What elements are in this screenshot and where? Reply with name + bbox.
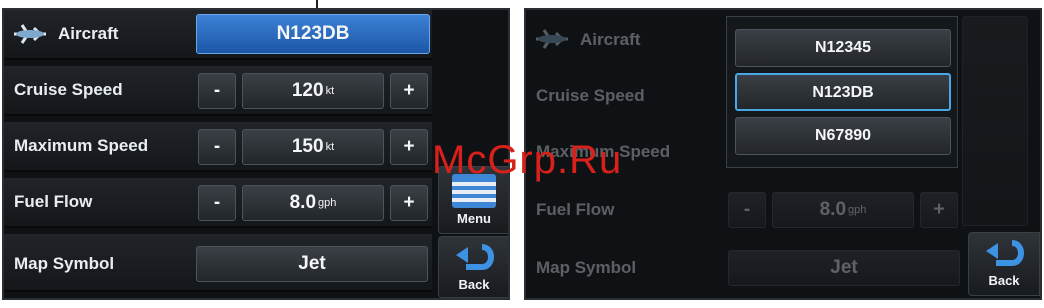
maximum-speed-increase-button[interactable]: + — [390, 129, 428, 165]
fuel-flow-value-button[interactable]: 8.0 gph — [242, 185, 384, 221]
fuel-flow-label: Fuel Flow — [536, 200, 615, 219]
fuel-flow-decrease-button[interactable]: - — [728, 192, 766, 228]
cruise-speed-row: Cruise Speed - 120 kt + — [4, 66, 432, 116]
back-label: Back — [458, 277, 490, 292]
back-button[interactable]: Back — [438, 236, 508, 298]
aircraft-option[interactable]: N12345 — [735, 29, 951, 67]
cruise-speed-label: Cruise Speed — [536, 86, 645, 105]
fuel-flow-label: Fuel Flow — [14, 192, 93, 211]
back-arrow-icon — [456, 244, 494, 270]
maximum-speed-unit: kt — [325, 141, 335, 153]
map-symbol-button[interactable]: Jet — [196, 246, 428, 282]
fuel-flow-unit: gph — [318, 197, 337, 209]
aircraft-select-button[interactable]: N123DB — [196, 14, 430, 54]
cruise-speed-value-button[interactable]: 120 kt — [242, 73, 384, 109]
cruise-speed-label: Cruise Speed — [14, 80, 123, 99]
fuel-flow-row: Fuel Flow - 8.0 gph + — [4, 178, 432, 228]
menu-label: Menu — [457, 211, 491, 226]
cruise-speed-value: 120 — [291, 80, 324, 102]
fuel-flow-value: 8.0 — [289, 192, 317, 214]
fuel-flow-unit: gph — [848, 204, 867, 216]
aircraft-icon — [14, 24, 46, 44]
fuel-flow-increase-button[interactable]: + — [390, 185, 428, 221]
cruise-speed-unit: kt — [325, 85, 335, 97]
maximum-speed-row: Maximum Speed - 150 kt + — [4, 122, 432, 172]
back-label: Back — [988, 273, 1020, 288]
map-symbol-label: Map Symbol — [14, 254, 115, 273]
aircraft-label: Aircraft — [58, 24, 119, 43]
fuel-flow-increase-button[interactable]: + — [920, 192, 958, 228]
cruise-speed-decrease-button[interactable]: - — [198, 73, 236, 109]
aircraft-option-selected[interactable]: N123DB — [735, 73, 951, 111]
map-symbol-label: Map Symbol — [536, 258, 637, 277]
aircraft-icon — [536, 29, 568, 49]
map-symbol-button[interactable]: Jet — [728, 250, 960, 286]
back-button[interactable]: Back — [968, 232, 1040, 296]
fuel-flow-value: 8.0 — [819, 199, 847, 221]
maximum-speed-label: Maximum Speed — [14, 136, 149, 155]
back-arrow-icon — [986, 240, 1024, 266]
aircraft-row: Aircraft N123DB — [4, 10, 432, 60]
aircraft-label: Aircraft — [580, 30, 641, 49]
side-panel-placeholder — [962, 16, 1028, 226]
aircraft-option[interactable]: N67890 — [735, 117, 951, 155]
watermark-text: McGrp.Ru — [432, 138, 623, 182]
maximum-speed-decrease-button[interactable]: - — [198, 129, 236, 165]
cruise-speed-increase-button[interactable]: + — [390, 73, 428, 109]
fuel-flow-decrease-button[interactable]: - — [198, 185, 236, 221]
map-symbol-row: Map Symbol Jet — [4, 234, 432, 292]
aircraft-list-popup: N12345 N123DB N67890 — [726, 16, 958, 168]
maximum-speed-value-button[interactable]: 150 kt — [242, 129, 384, 165]
fuel-flow-value-button[interactable]: 8.0 gph — [772, 192, 914, 228]
maximum-speed-value: 150 — [291, 136, 324, 158]
